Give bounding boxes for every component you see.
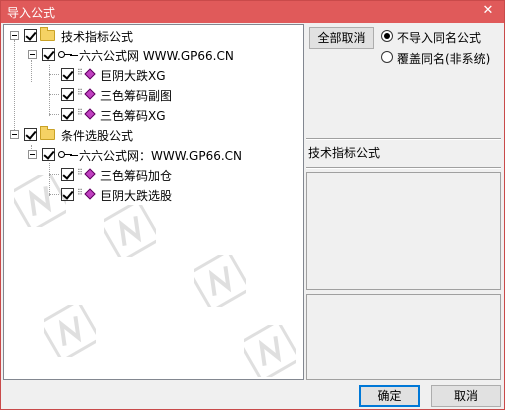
tree-guide-line — [49, 194, 59, 195]
item-label: 巨阴大跌XG — [100, 69, 166, 83]
formula-icon — [84, 168, 96, 180]
group-label: 条件选股公式 — [61, 129, 134, 143]
item-dots-icon: ⠿ — [77, 88, 83, 97]
source-label: 六六公式网 WWW.GP66.CN — [79, 49, 234, 63]
section-label: 技术指标公式 — [308, 146, 381, 160]
group-checkbox[interactable] — [24, 29, 37, 42]
item-checkbox[interactable] — [61, 168, 74, 181]
group-label: 技术指标公式 — [61, 30, 134, 44]
formula-icon — [84, 108, 96, 120]
tree-group-technical[interactable]: 技术指标公式 — [4, 27, 303, 45]
ok-button[interactable]: 确定 — [359, 385, 420, 407]
import-formula-dialog: 导入公式 ✕ 技术指标公式 六六公式网 WWW.GP66.CN ⠿ 巨阴大跌XG… — [0, 0, 505, 410]
item-checkbox[interactable] — [61, 68, 74, 81]
collapse-icon[interactable] — [28, 150, 37, 159]
cancel-all-button[interactable]: 全部取消 — [309, 27, 374, 49]
group-checkbox[interactable] — [24, 128, 37, 141]
formula-icon — [84, 188, 96, 200]
tree-item[interactable]: ⠿ 巨阴大跌选股 — [4, 186, 303, 204]
item-dots-icon: ⠿ — [77, 108, 83, 117]
source-label: 六六公式网：WWW.GP66.CN — [79, 149, 243, 163]
watermark-logo — [187, 248, 253, 314]
watermark-logo — [37, 298, 103, 364]
collapse-icon[interactable] — [10, 130, 19, 139]
window-title: 导入公式 — [7, 6, 56, 20]
collapse-icon[interactable] — [10, 31, 19, 40]
tree-guide-line — [49, 174, 59, 175]
detail-box — [306, 294, 501, 380]
item-label: 三色筹码副图 — [100, 89, 173, 103]
item-checkbox[interactable] — [61, 188, 74, 201]
item-dots-icon: ⠿ — [77, 188, 83, 197]
tree-item[interactable]: ⠿ 三色筹码加仓 — [4, 166, 303, 184]
source-checkbox[interactable] — [42, 148, 55, 161]
radio-skip-duplicates[interactable] — [381, 30, 393, 42]
tree-guide-line — [49, 114, 59, 115]
folder-icon — [40, 27, 55, 41]
radio-skip-duplicates-label[interactable]: 不导入同名公式 — [397, 29, 481, 46]
key-icon — [58, 150, 72, 160]
tree-source-node[interactable]: 六六公式网：WWW.GP66.CN — [4, 146, 303, 164]
divider — [306, 138, 501, 140]
divider — [306, 167, 501, 169]
formula-tree[interactable]: 技术指标公式 六六公式网 WWW.GP66.CN ⠿ 巨阴大跌XG ⠿ 三色筹码… — [3, 24, 304, 380]
tree-guide-line — [49, 74, 59, 75]
tree-source-node[interactable]: 六六公式网 WWW.GP66.CN — [4, 46, 303, 64]
tree-item[interactable]: ⠿ 三色筹码XG — [4, 106, 303, 124]
folder-icon — [40, 126, 55, 140]
item-label: 三色筹码XG — [100, 109, 166, 123]
formula-icon — [84, 88, 96, 100]
collapse-icon[interactable] — [28, 50, 37, 59]
item-dots-icon: ⠿ — [77, 168, 83, 177]
formula-icon — [84, 68, 96, 80]
title-bar[interactable]: 导入公式 ✕ — [1, 1, 504, 23]
close-icon[interactable]: ✕ — [480, 3, 496, 19]
description-box — [306, 172, 501, 290]
source-checkbox[interactable] — [42, 48, 55, 61]
watermark-logo — [97, 198, 163, 264]
item-checkbox[interactable] — [61, 108, 74, 121]
radio-overwrite-duplicates-label[interactable]: 覆盖同名(非系统) — [397, 50, 490, 67]
key-icon — [58, 50, 72, 60]
tree-guide-line — [49, 94, 59, 95]
item-label: 巨阴大跌选股 — [100, 189, 173, 203]
radio-overwrite-duplicates[interactable] — [381, 51, 393, 63]
tree-item[interactable]: ⠿ 三色筹码副图 — [4, 86, 303, 104]
item-checkbox[interactable] — [61, 88, 74, 101]
tree-group-screening[interactable]: 条件选股公式 — [4, 126, 303, 144]
watermark-logo — [237, 318, 303, 379]
tree-item[interactable]: ⠿ 巨阴大跌XG — [4, 66, 303, 84]
item-label: 三色筹码加仓 — [100, 169, 173, 183]
item-dots-icon: ⠿ — [77, 68, 83, 77]
cancel-button[interactable]: 取消 — [431, 385, 501, 407]
